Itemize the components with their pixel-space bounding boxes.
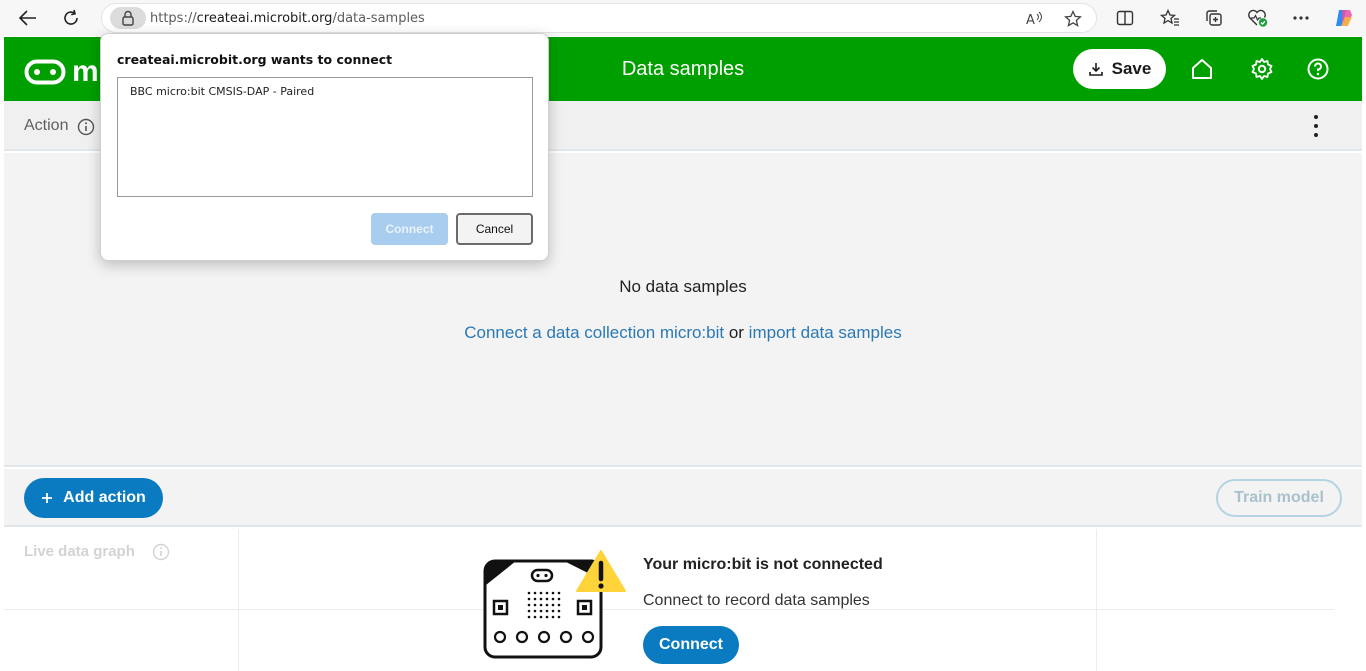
browser-essentials-icon[interactable]	[1246, 6, 1270, 30]
favorite-star-icon[interactable]	[1063, 9, 1083, 29]
more-menu-icon[interactable]	[1310, 115, 1322, 137]
live-graph-label: Live data graph	[24, 543, 135, 560]
import-samples-link[interactable]: import data samples	[749, 323, 902, 342]
lock-icon[interactable]	[110, 7, 146, 29]
browser-toolbar: https://createai.microbit.org/data-sampl…	[0, 0, 1366, 36]
info-icon[interactable]	[77, 118, 95, 141]
connection-status-title: Your micro:bit is not connected	[643, 556, 883, 573]
add-action-label: Add action	[63, 489, 146, 506]
train-model-button[interactable]: Train model	[1216, 479, 1342, 517]
graph-gridline	[238, 529, 239, 671]
device-list-item[interactable]: BBC micro:bit CMSIS-DAP - Paired	[130, 85, 314, 98]
device-connect-dialog: createai.microbit.org wants to connect B…	[100, 33, 549, 261]
live-graph-area: Live data graph Your micro:bit is not co…	[4, 529, 1362, 671]
favorites-icon[interactable]	[1158, 6, 1182, 30]
read-aloud-icon[interactable]: A	[1024, 9, 1044, 29]
refresh-icon[interactable]	[58, 5, 84, 31]
save-label: Save	[1111, 59, 1152, 78]
graph-info-icon[interactable]	[152, 543, 170, 566]
download-icon	[1088, 63, 1103, 76]
dialog-cancel-button[interactable]: Cancel	[456, 213, 533, 245]
copilot-icon[interactable]	[1332, 6, 1356, 30]
url-path: /data-samples	[332, 11, 425, 26]
connect-microbit-link[interactable]: Connect a data collection micro:bit	[464, 323, 724, 342]
more-options-icon[interactable]	[1289, 6, 1313, 30]
or-text: or	[724, 323, 749, 342]
url-prefix: https://	[150, 11, 197, 26]
address-bar[interactable]: https://createai.microbit.org/data-sampl…	[101, 3, 1097, 33]
action-bar: Add action Train model	[4, 469, 1362, 527]
home-icon[interactable]	[1188, 55, 1216, 83]
device-list[interactable]: BBC micro:bit CMSIS-DAP - Paired	[117, 77, 533, 197]
dialog-title: createai.microbit.org wants to connect	[117, 52, 393, 67]
connect-button[interactable]: Connect	[643, 626, 739, 664]
split-screen-icon[interactable]	[1113, 6, 1137, 30]
microbit-warning-illustration	[482, 549, 632, 666]
help-icon[interactable]	[1304, 55, 1332, 83]
url-text: https://createai.microbit.org/data-sampl…	[150, 11, 425, 26]
graph-gridline	[1096, 529, 1097, 671]
settings-gear-icon[interactable]	[1248, 55, 1276, 83]
empty-state-text: No data samples	[619, 277, 747, 296]
collections-icon[interactable]	[1202, 6, 1226, 30]
svg-text:A: A	[1026, 13, 1035, 27]
url-host: createai.microbit.org	[196, 11, 333, 26]
empty-state-links: Connect a data collection micro:bit or i…	[4, 323, 1362, 343]
plus-icon	[42, 493, 53, 503]
action-column-label: Action	[24, 117, 69, 134]
back-icon[interactable]	[15, 5, 41, 31]
add-action-button[interactable]: Add action	[24, 478, 163, 518]
dialog-connect-button[interactable]: Connect	[371, 213, 448, 245]
save-button[interactable]: Save	[1073, 49, 1166, 89]
connection-status-subtitle: Connect to record data samples	[643, 592, 870, 609]
